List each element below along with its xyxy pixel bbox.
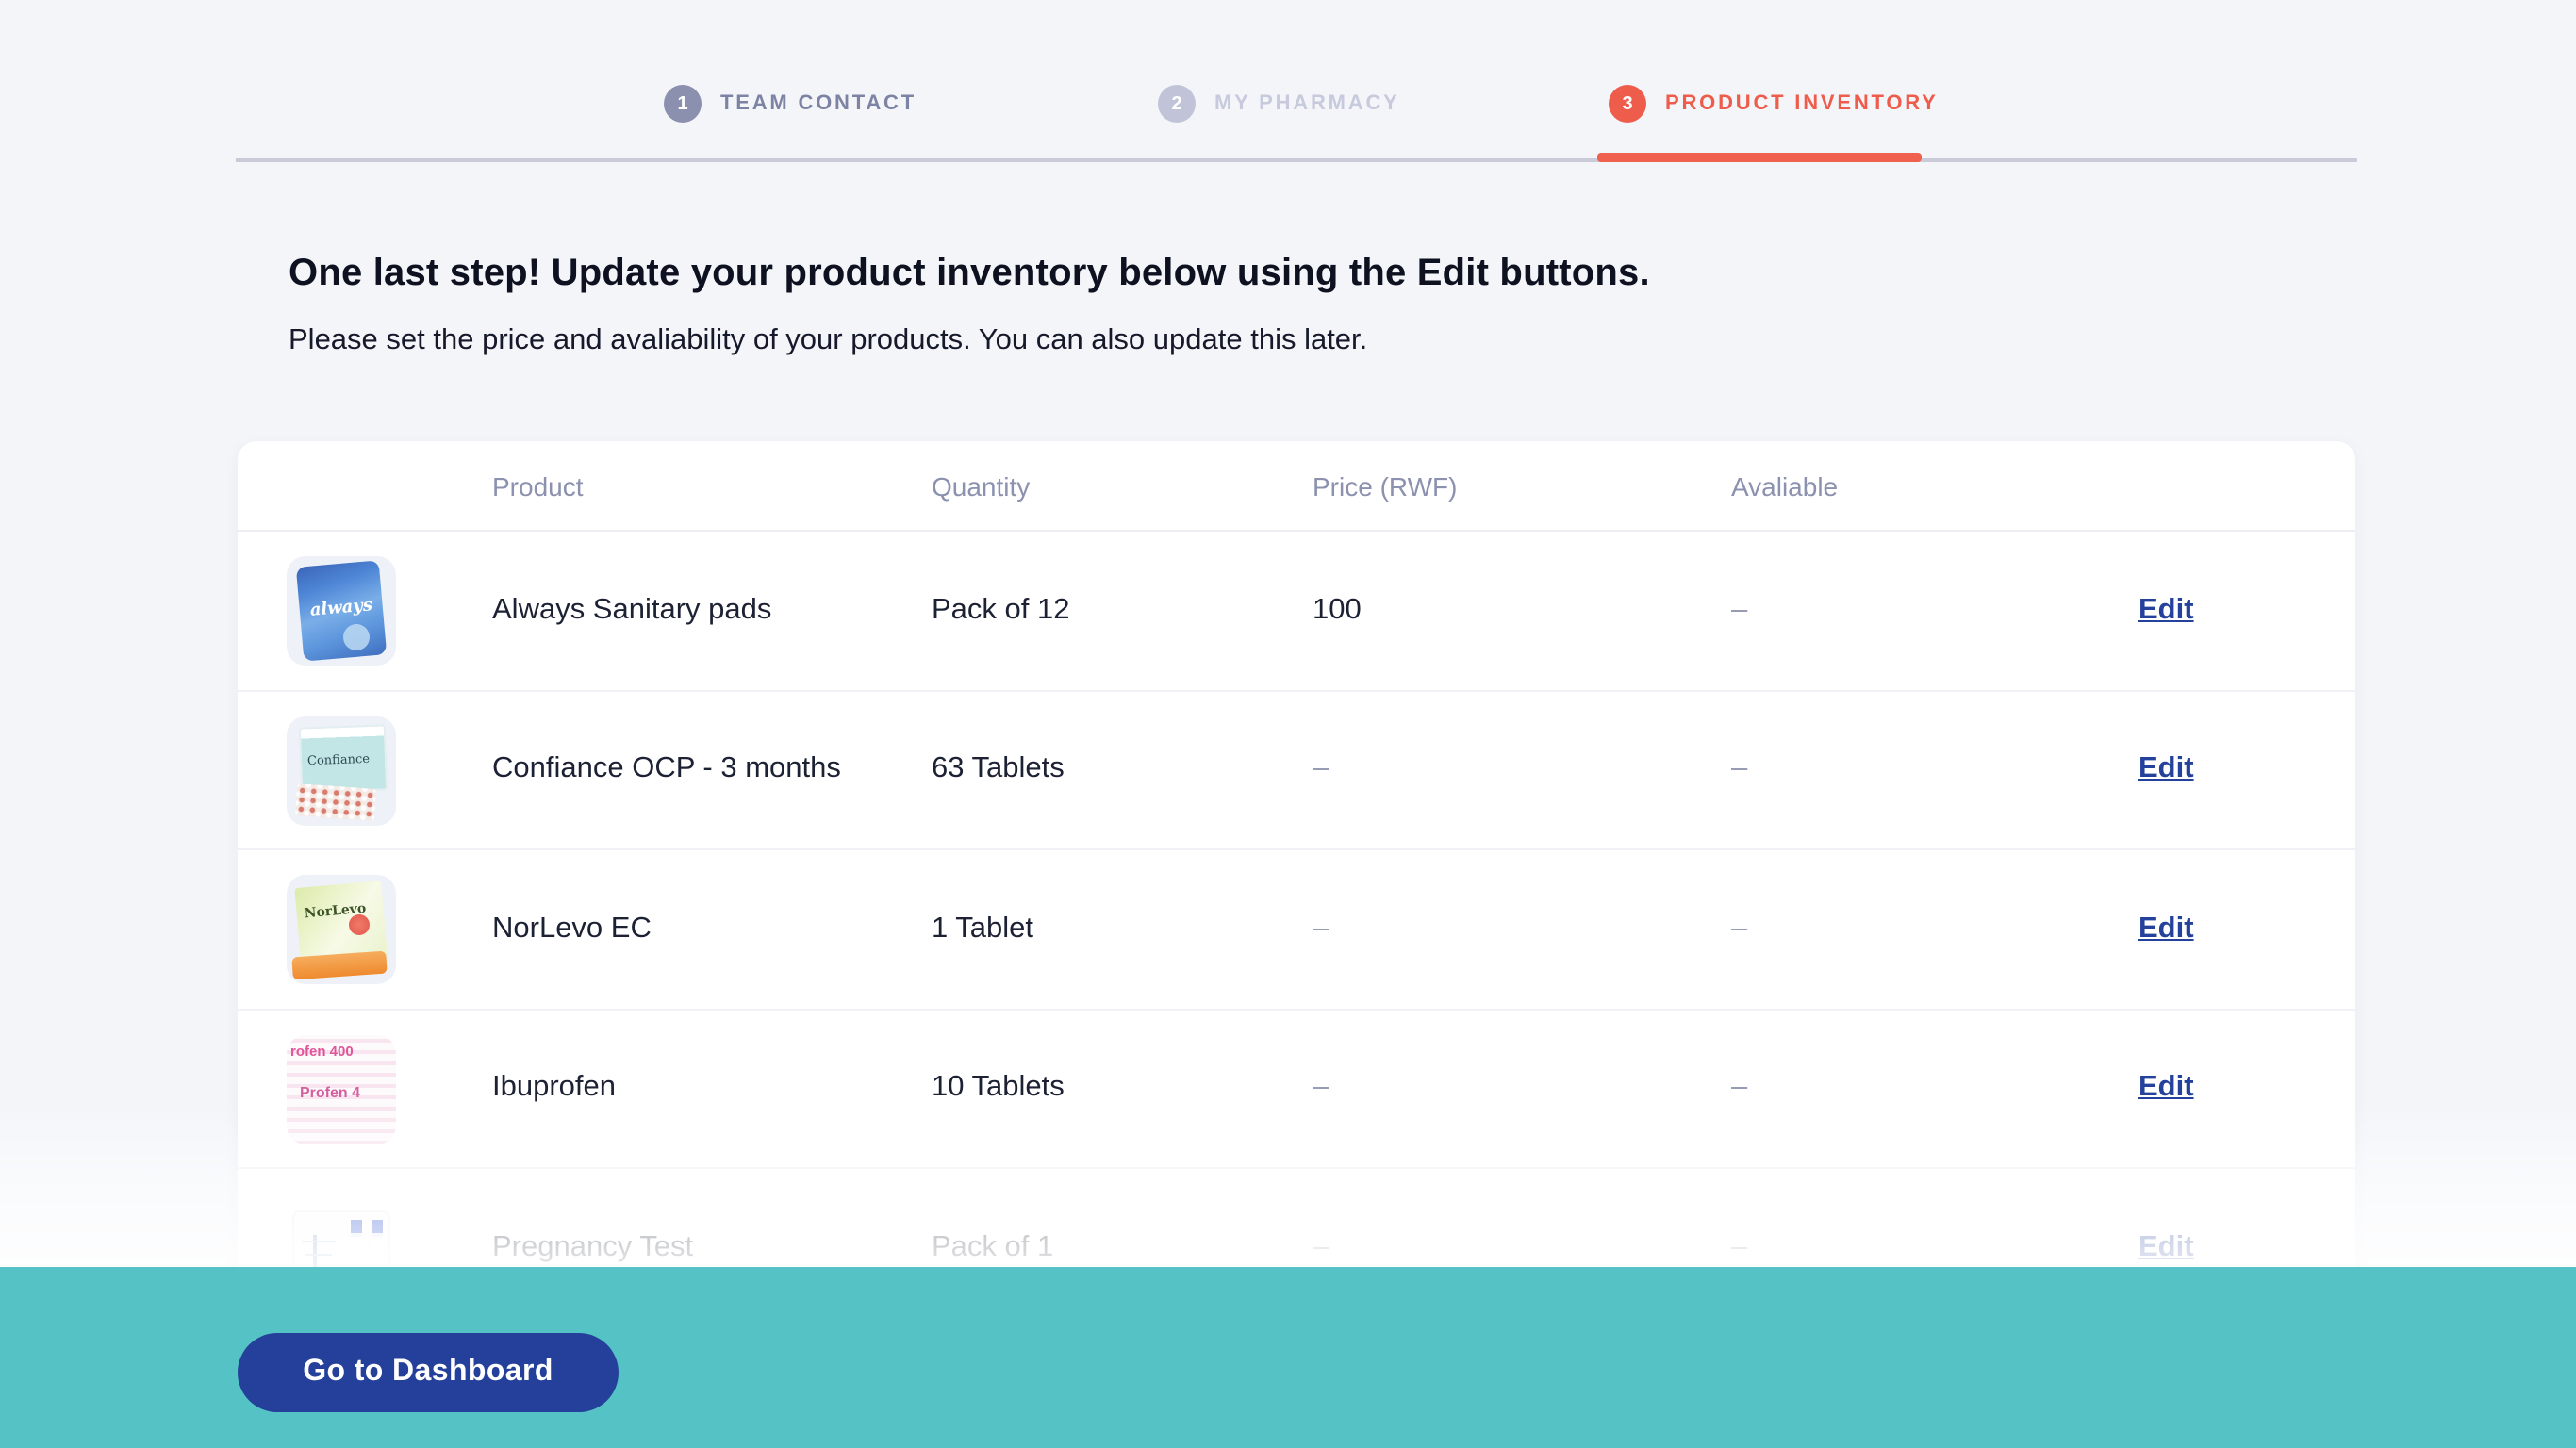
step-3-label: PRODUCT INVENTORY [1665, 92, 1939, 115]
column-header-product: Product [492, 441, 584, 532]
product-photo [291, 951, 387, 980]
product-image-always [287, 556, 396, 666]
edit-link[interactable]: Edit [2138, 1072, 2194, 1106]
page-title: One last step! Update your product inven… [289, 253, 1650, 296]
product-quantity: 63 Tablets [932, 691, 1065, 848]
page-subtitle: Please set the price and avaliability of… [289, 324, 1367, 358]
product-quantity: 1 Tablet [932, 850, 1033, 1008]
column-header-available: Avaliable [1731, 441, 1838, 532]
edit-link[interactable]: Edit [2138, 1232, 2194, 1266]
product-available: – [1731, 1010, 1747, 1167]
step-team-contact[interactable]: 1 TEAM CONTACT [664, 85, 916, 123]
product-price: – [1313, 850, 1329, 1008]
product-photo [343, 624, 370, 650]
table-row: Ibuprofen 10 Tablets – – Edit [238, 1010, 2355, 1169]
product-name: Ibuprofen [492, 1010, 616, 1167]
product-photo [287, 1034, 396, 1144]
column-header-quantity: Quantity [932, 441, 1030, 532]
step-2-label: MY PHARMACY [1214, 92, 1400, 115]
edit-link[interactable]: Edit [2138, 594, 2194, 628]
edit-link[interactable]: Edit [2138, 753, 2194, 787]
step-1-label: TEAM CONTACT [720, 92, 916, 115]
stepper-divider-line [236, 158, 2357, 162]
onboarding-page: 1 TEAM CONTACT 2 MY PHARMACY 3 PRODUCT I… [0, 0, 2576, 1448]
product-price: – [1313, 1010, 1329, 1167]
go-to-dashboard-button[interactable]: Go to Dashboard [238, 1333, 619, 1412]
table-row: Confiance OCP - 3 months 63 Tablets – – … [238, 691, 2355, 850]
product-photo [295, 782, 376, 820]
step-product-inventory[interactable]: 3 PRODUCT INVENTORY [1609, 85, 1939, 123]
table-row: Always Sanitary pads Pack of 12 100 – Ed… [238, 532, 2355, 691]
product-quantity: Pack of 12 [932, 532, 1070, 689]
product-available: – [1731, 691, 1747, 848]
product-available: – [1731, 850, 1747, 1008]
product-price: – [1313, 691, 1329, 848]
table-body: Always Sanitary pads Pack of 12 100 – Ed… [238, 532, 2355, 1328]
product-name: NorLevo EC [492, 850, 652, 1008]
product-price: 100 [1313, 532, 1362, 689]
active-step-underline [1597, 153, 1922, 162]
table-row: NorLevo EC 1 Tablet – – Edit [238, 850, 2355, 1010]
step-2-badge: 2 [1158, 85, 1196, 123]
product-image-ibuprofen [287, 1034, 396, 1144]
product-image-norlevo [287, 875, 396, 984]
step-3-badge: 3 [1609, 85, 1646, 123]
product-quantity: 10 Tablets [932, 1010, 1065, 1167]
step-1-badge: 1 [664, 85, 702, 123]
footer-bar: Go to Dashboard [0, 1267, 2576, 1448]
product-image-confiance [287, 716, 396, 825]
edit-link[interactable]: Edit [2138, 913, 2194, 946]
step-my-pharmacy[interactable]: 2 MY PHARMACY [1158, 85, 1400, 123]
product-name: Confiance OCP - 3 months [492, 691, 841, 848]
product-name: Always Sanitary pads [492, 532, 771, 689]
column-header-price: Price (RWF) [1313, 441, 1457, 532]
product-available: – [1731, 532, 1747, 689]
table-header-row: Product Quantity Price (RWF) Avaliable [238, 441, 2355, 532]
